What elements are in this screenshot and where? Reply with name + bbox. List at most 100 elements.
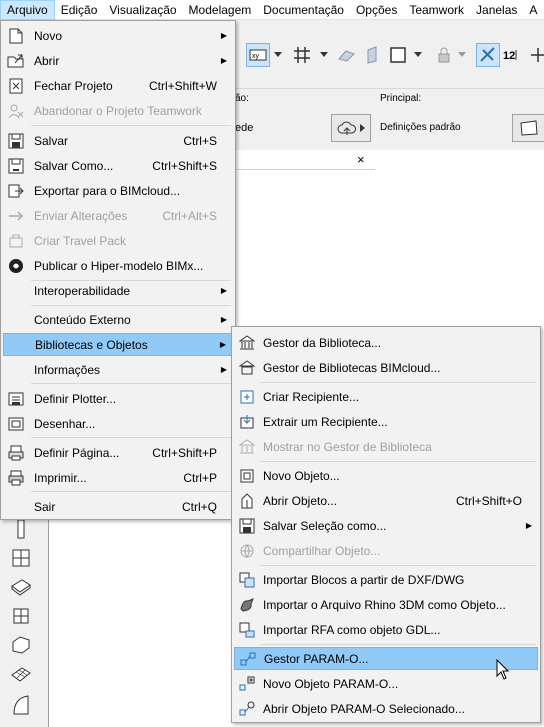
menu-item-definir-pagina[interactable]: Definir Página... Ctrl+Shift+P xyxy=(3,441,233,464)
square-icon xyxy=(390,47,406,63)
menu-item-sair[interactable]: Sair Ctrl+Q xyxy=(3,495,233,518)
menu-item-criar-travel-pack[interactable]: Criar Travel Pack xyxy=(3,229,233,252)
save-selection-icon xyxy=(238,517,256,535)
menu-separator xyxy=(260,382,536,383)
menu-item-informacoes[interactable]: Informações ▶ xyxy=(3,358,233,381)
mesh-tool-icon[interactable] xyxy=(10,663,32,685)
surface-button[interactable] xyxy=(386,43,410,67)
submenu-item-gestor-bimcloud[interactable]: Gestor de Bibliotecas BIMcloud... xyxy=(234,356,538,379)
lock-dropdown[interactable] xyxy=(456,43,468,67)
plot-icon xyxy=(7,415,25,433)
submenu-item-novo-param-o[interactable]: Novo Objeto PARAM-O... xyxy=(234,672,538,695)
menu-item-novo[interactable]: Novo ▶ xyxy=(3,24,233,47)
chevron-right-icon: ▶ xyxy=(220,56,227,65)
chevron-right-icon: ▶ xyxy=(219,340,226,349)
import-dxf-icon xyxy=(238,571,256,589)
slab-tool-icon[interactable] xyxy=(10,576,32,598)
bimx-icon xyxy=(7,257,25,275)
menu-teamwork[interactable]: Teamwork xyxy=(403,0,470,20)
extract-container-icon xyxy=(238,413,256,431)
menu-separator xyxy=(31,305,231,306)
menu-janelas[interactable]: Janelas xyxy=(470,0,523,20)
menu-modelagem[interactable]: Modelagem xyxy=(183,0,258,20)
measure-button[interactable] xyxy=(476,43,500,67)
libraries-objects-submenu: Gestor da Biblioteca... Gestor de Biblio… xyxy=(231,326,541,723)
submenu-item-mostrar-gestor[interactable]: Mostrar no Gestor de Biblioteca xyxy=(234,435,538,458)
window-tool-icon[interactable] xyxy=(10,547,32,569)
submenu-item-gestor-biblioteca[interactable]: Gestor da Biblioteca... xyxy=(234,331,538,354)
menu-item-salvar[interactable]: Salvar Ctrl+S xyxy=(3,129,233,152)
wall-plane-button[interactable] xyxy=(360,43,384,67)
library-manager-icon xyxy=(238,334,256,352)
menu-item-bibliotecas-objetos[interactable]: Bibliotecas e Objetos ▶ xyxy=(3,333,233,356)
submenu-item-salvar-selecao[interactable]: Salvar Seleção como... ▶ xyxy=(234,514,538,537)
menu-item-salvar-como[interactable]: Salvar Como... Ctrl+Shift+S xyxy=(3,154,233,177)
default-settings-button[interactable] xyxy=(512,114,544,142)
menu-item-definir-plotter[interactable]: Definir Plotter... xyxy=(3,387,233,410)
info-value-right: Definições padrão xyxy=(380,122,461,133)
lock-button[interactable] xyxy=(432,43,456,67)
menu-documentacao[interactable]: Documentação xyxy=(257,0,350,20)
menu-edicao[interactable]: Edição xyxy=(55,0,104,20)
submenu-item-abrir-param-o[interactable]: Abrir Objeto PARAM-O Selecionado... xyxy=(234,697,538,720)
menu-visualizacao[interactable]: Visualização xyxy=(103,0,182,20)
new-file-icon xyxy=(7,27,25,45)
menu-item-abandonar-teamwork[interactable]: Abandonar o Projeto Teamwork xyxy=(3,99,233,122)
menu-item-desenhar[interactable]: Desenhar... xyxy=(3,412,233,435)
info-label-left: ão: xyxy=(235,93,249,104)
panel-icon xyxy=(520,120,538,136)
menu-separator xyxy=(260,644,536,645)
menu-item-fechar-projeto[interactable]: Fechar Projeto Ctrl+Shift+W xyxy=(3,74,233,97)
grid-dropdown[interactable] xyxy=(318,43,330,67)
menu-bar: Arquivo Edição Visualização Modelagem Do… xyxy=(0,0,544,20)
railing-tool-icon[interactable] xyxy=(10,634,32,656)
submenu-item-gestor-param-o[interactable]: Gestor PARAM-O... xyxy=(234,647,538,670)
menu-ajuda[interactable]: A xyxy=(523,0,543,20)
info-box: ão: Principal: ede Definições padrão xyxy=(235,88,544,150)
menu-item-abrir[interactable]: Abrir ▶ xyxy=(3,49,233,72)
menu-item-interoperabilidade[interactable]: Interoperabilidade ▶ xyxy=(3,279,233,302)
column-tool-icon[interactable] xyxy=(10,518,32,540)
menu-item-enviar-alteracoes[interactable]: Enviar Alterações Ctrl+Alt+S xyxy=(3,204,233,227)
grid-snap-button[interactable] xyxy=(290,43,314,67)
menu-item-exportar-bimcloud[interactable]: Exportar para o BIMcloud... xyxy=(3,179,233,202)
tab-close-button[interactable]: × xyxy=(357,152,365,167)
more-tools-button[interactable] xyxy=(526,43,544,67)
info-value-left: ede xyxy=(235,122,254,134)
svg-text:12: 12 xyxy=(503,50,515,62)
dimension-button[interactable]: 12 xyxy=(500,43,524,67)
cloud-icon xyxy=(337,121,356,135)
chevron-right-icon: ▶ xyxy=(525,521,532,530)
submenu-item-importar-rhino[interactable]: Importar o Arquivo Rhino 3DM como Objeto… xyxy=(234,593,538,616)
stair-tool-icon[interactable] xyxy=(10,605,32,627)
open-folder-icon xyxy=(7,52,25,70)
surface-override-button[interactable] xyxy=(331,114,371,142)
travel-pack-icon xyxy=(7,232,25,250)
menu-item-imprimir[interactable]: Imprimir... Ctrl+P xyxy=(3,466,233,489)
plane-icon xyxy=(338,50,355,62)
chevron-right-icon: ▶ xyxy=(220,286,227,295)
crosshair-icon xyxy=(531,48,544,62)
new-object-icon xyxy=(238,467,256,485)
surface-dropdown[interactable] xyxy=(412,43,424,67)
export-bimcloud-icon xyxy=(7,182,25,200)
bimcloud-library-icon xyxy=(238,359,256,377)
submenu-item-extrair-recipiente[interactable]: Extrair um Recipiente... xyxy=(234,410,538,433)
submenu-item-novo-objeto[interactable]: Novo Objeto... xyxy=(234,464,538,487)
submenu-item-importar-rfa[interactable]: Importar RFA como objeto GDL... xyxy=(234,618,538,641)
menu-item-conteudo-externo[interactable]: Conteúdo Externo ▶ xyxy=(3,308,233,331)
plane-tool-button[interactable] xyxy=(334,43,358,67)
import-rfa-icon xyxy=(238,621,256,639)
submenu-item-importar-dxf[interactable]: Importar Blocos a partir de DXF/DWG xyxy=(234,568,538,591)
menu-item-publicar-bimx[interactable]: Publicar o Hiper-modelo BIMx... xyxy=(3,254,233,277)
submenu-item-compartilhar-objeto[interactable]: Compartilhar Objeto... xyxy=(234,539,538,562)
arrange-elements-button[interactable]: xy xyxy=(246,43,270,67)
menu-arquivo[interactable]: Arquivo xyxy=(0,0,55,20)
shell-tool-icon[interactable] xyxy=(10,694,32,716)
chevron-right-icon: ▶ xyxy=(220,31,227,40)
submenu-item-criar-recipiente[interactable]: Criar Recipiente... xyxy=(234,385,538,408)
arrange-dropdown[interactable] xyxy=(272,43,284,67)
print-icon xyxy=(7,469,25,487)
submenu-item-abrir-objeto[interactable]: Abrir Objeto... Ctrl+Shift+O xyxy=(234,489,538,512)
menu-opcoes[interactable]: Opções xyxy=(350,0,403,20)
